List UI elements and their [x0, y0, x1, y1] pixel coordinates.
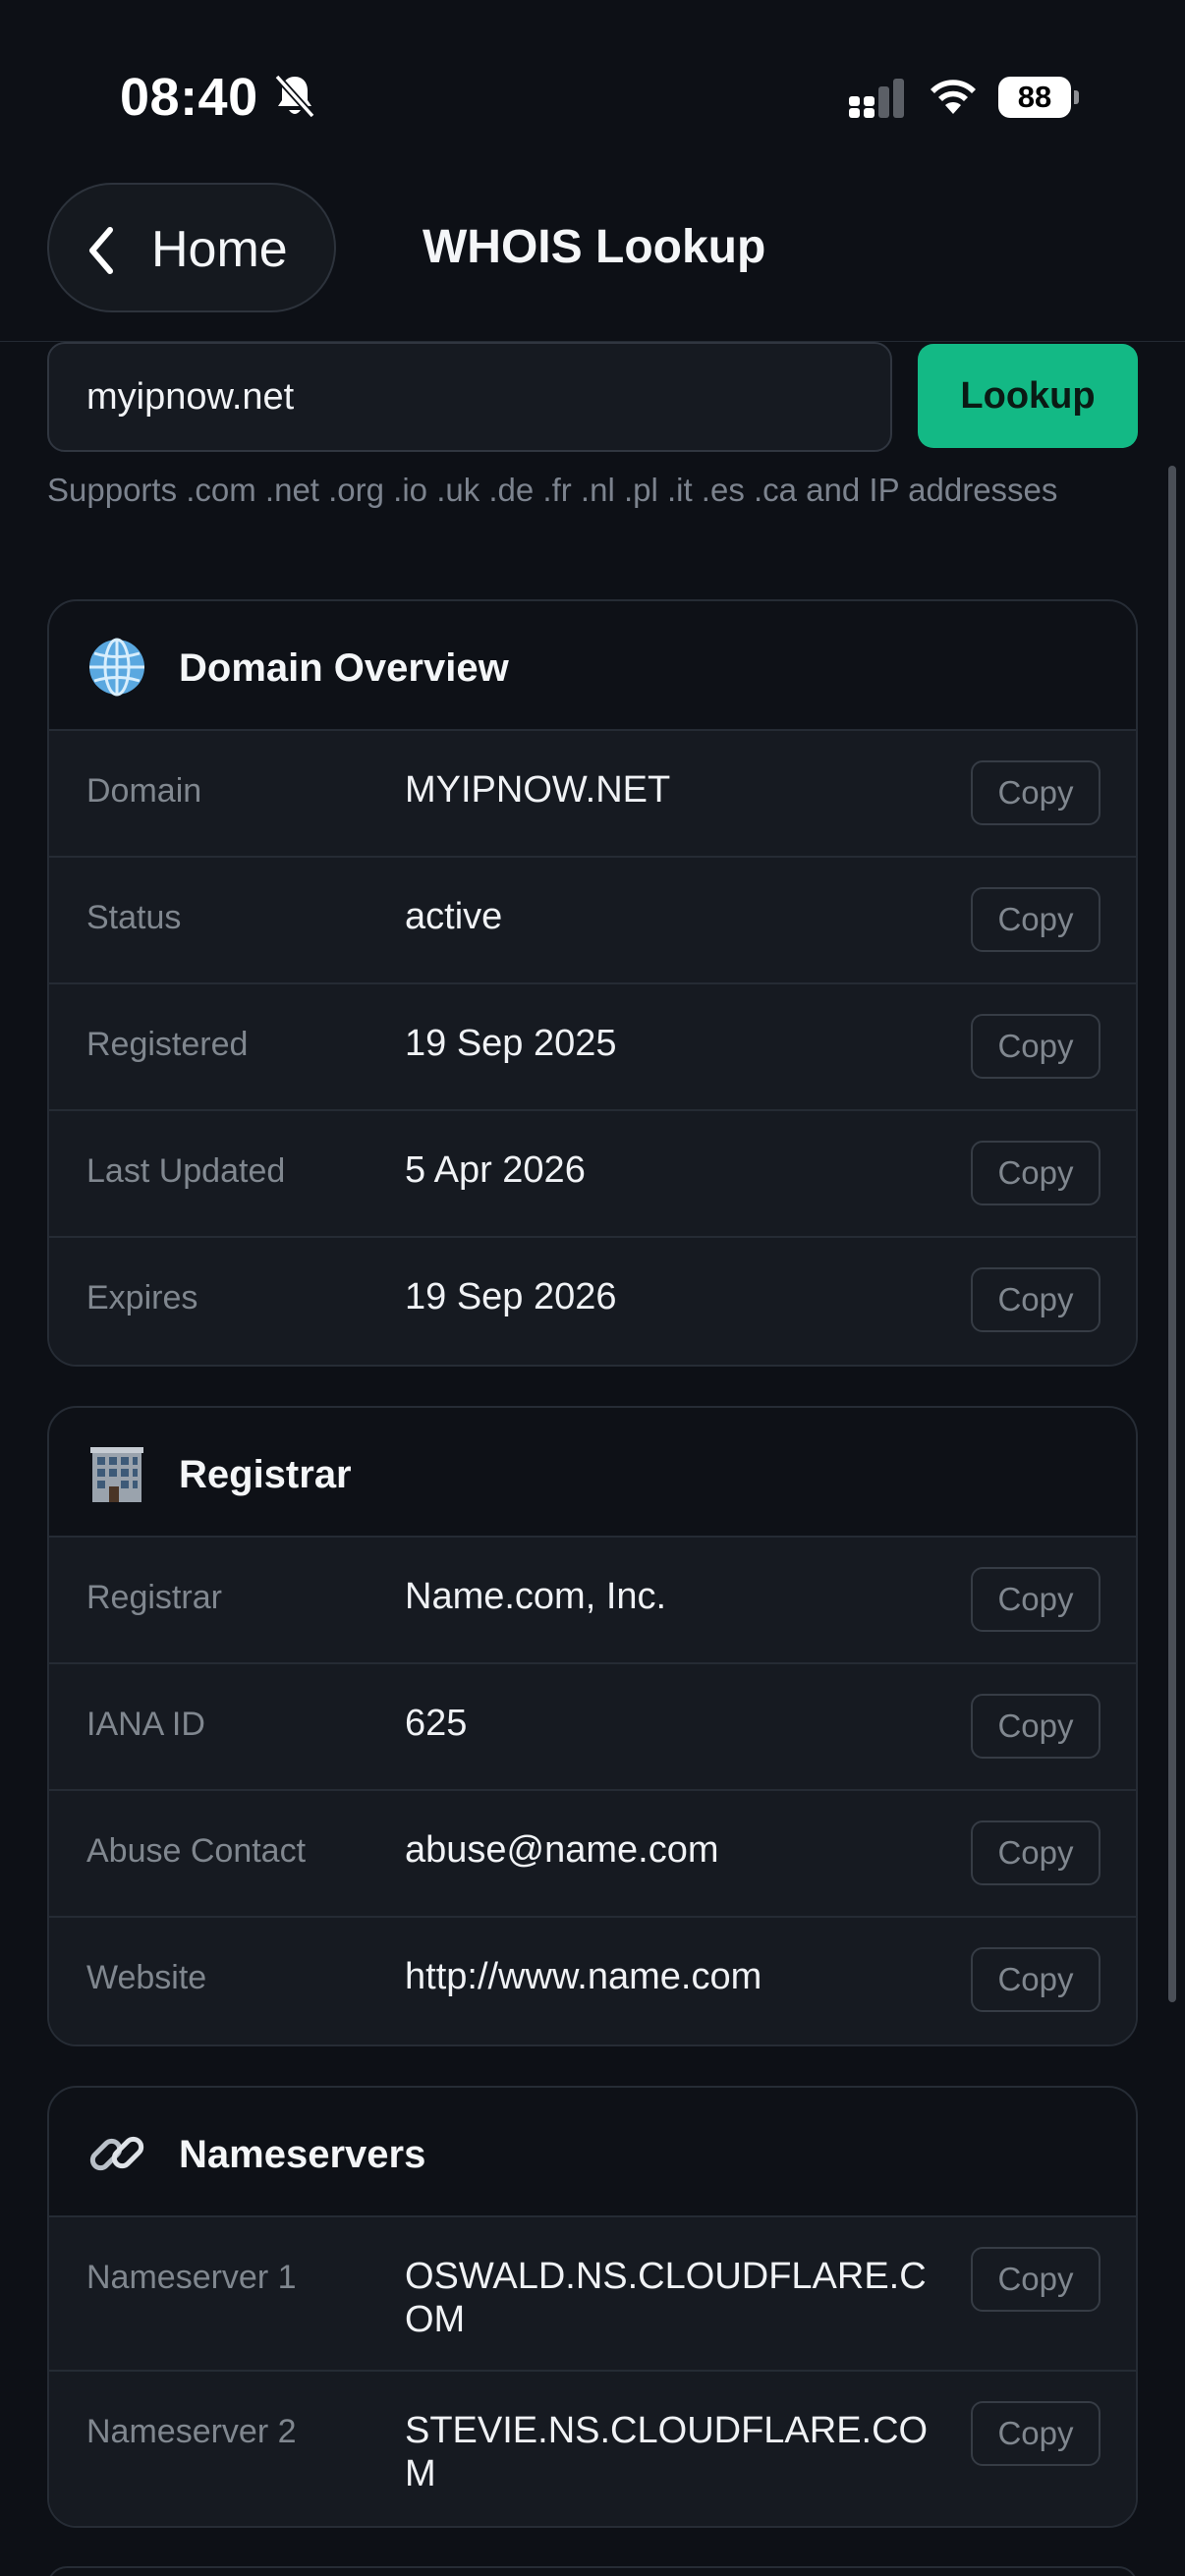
row-value: Name.com, Inc.: [405, 1576, 667, 1617]
row-label: Website: [86, 1959, 207, 1996]
card-title: Registrar: [179, 1453, 352, 1496]
info-row-domain: Domain MYIPNOW.NET Copy: [49, 731, 1136, 858]
info-row-iana-id: IANA ID 625 Copy: [49, 1664, 1136, 1791]
status-bar: 08:40 88: [0, 0, 1185, 196]
back-button[interactable]: Home: [47, 183, 336, 312]
copy-button[interactable]: Copy: [971, 887, 1100, 952]
signal-icon: [849, 79, 904, 118]
row-value: OSWALD.NS.CLOUDFLARE.COM: [405, 2256, 927, 2340]
row-label: Domain: [86, 772, 202, 810]
row-value: STEVIE.NS.CLOUDFLARE.COM: [405, 2410, 929, 2494]
copy-button[interactable]: Copy: [971, 2247, 1100, 2312]
row-label: Abuse Contact: [86, 1832, 307, 1870]
row-value: 625: [405, 1703, 468, 1744]
domain-overview-card: Domain Overview Domain MYIPNOW.NET Copy …: [47, 599, 1138, 1367]
info-row-abuse-contact: Abuse Contact abuse@name.com Copy: [49, 1791, 1136, 1918]
copy-button[interactable]: Copy: [971, 1694, 1100, 1759]
globe-icon: [89, 638, 144, 697]
row-label: Status: [86, 899, 182, 936]
link-icon: [89, 2136, 144, 2171]
card-header: Domain Overview: [49, 601, 1136, 731]
row-label: Expires: [86, 1279, 198, 1316]
row-value: 19 Sep 2026: [405, 1276, 617, 1317]
row-label: IANA ID: [86, 1706, 205, 1743]
row-label: Nameserver 1: [86, 2259, 297, 2296]
wifi-icon: [931, 80, 976, 114]
info-row-registered: Registered 19 Sep 2025 Copy: [49, 984, 1136, 1111]
info-row-nameserver-1: Nameserver 1 OSWALD.NS.CLOUDFLARE.COM Co…: [49, 2217, 1136, 2372]
row-label: Registered: [86, 1026, 249, 1063]
card-header: Registrar: [49, 1408, 1136, 1538]
supported-tlds-hint: Supports .com .net .org .io .uk .de .fr …: [47, 472, 1058, 508]
info-row-website: Website http://www.name.com Copy: [49, 1918, 1136, 2044]
registrar-card: Registrar Registrar Name.com, Inc. Copy …: [47, 1406, 1138, 2046]
page-title: WHOIS Lookup: [423, 221, 766, 273]
info-row-last-updated: Last Updated 5 Apr 2026 Copy: [49, 1111, 1136, 1238]
info-row-registrar: Registrar Name.com, Inc. Copy: [49, 1538, 1136, 1664]
copy-button[interactable]: Copy: [971, 760, 1100, 825]
row-value: 19 Sep 2025: [405, 1023, 617, 1064]
row-label: Last Updated: [86, 1152, 286, 1190]
back-button-label: Home: [151, 221, 288, 278]
domain-input[interactable]: [47, 342, 892, 452]
info-row-expires: Expires 19 Sep 2026 Copy: [49, 1238, 1136, 1365]
copy-button[interactable]: Copy: [971, 1567, 1100, 1632]
row-label: Nameserver 2: [86, 2413, 297, 2450]
info-row-status: Status active Copy: [49, 858, 1136, 984]
nav-header: Home WHOIS Lookup: [0, 183, 1185, 342]
bell-slash-icon: [274, 74, 315, 119]
row-value: active: [405, 896, 503, 937]
row-value: abuse@name.com: [405, 1829, 719, 1871]
copy-button[interactable]: Copy: [971, 1947, 1100, 2012]
row-value: http://www.name.com: [405, 1956, 762, 1997]
card-header: Nameservers: [49, 2088, 1136, 2217]
info-row-nameserver-2: Nameserver 2 STEVIE.NS.CLOUDFLARE.COM Co…: [49, 2372, 1136, 2526]
office-building-icon: [90, 1447, 143, 1502]
row-value: 5 Apr 2026: [405, 1149, 586, 1191]
copy-button[interactable]: Copy: [971, 1267, 1100, 1332]
copy-button[interactable]: Copy: [971, 1820, 1100, 1885]
copy-button[interactable]: Copy: [971, 1014, 1100, 1079]
row-value: MYIPNOW.NET: [405, 769, 671, 811]
next-card-partial: [47, 2566, 1138, 2576]
battery-level: 88: [998, 77, 1071, 118]
battery-icon: 88: [998, 77, 1081, 118]
status-time: 08:40: [120, 68, 258, 127]
row-label: Registrar: [86, 1579, 222, 1616]
copy-button[interactable]: Copy: [971, 1141, 1100, 1205]
card-title: Domain Overview: [179, 646, 509, 690]
lookup-button[interactable]: Lookup: [918, 344, 1138, 448]
scrollbar[interactable]: [1168, 466, 1176, 2002]
chevron-left-icon: [89, 227, 113, 274]
card-title: Nameservers: [179, 2133, 426, 2176]
nameservers-card: Nameservers Nameserver 1 OSWALD.NS.CLOUD…: [47, 2086, 1138, 2528]
copy-button[interactable]: Copy: [971, 2401, 1100, 2466]
